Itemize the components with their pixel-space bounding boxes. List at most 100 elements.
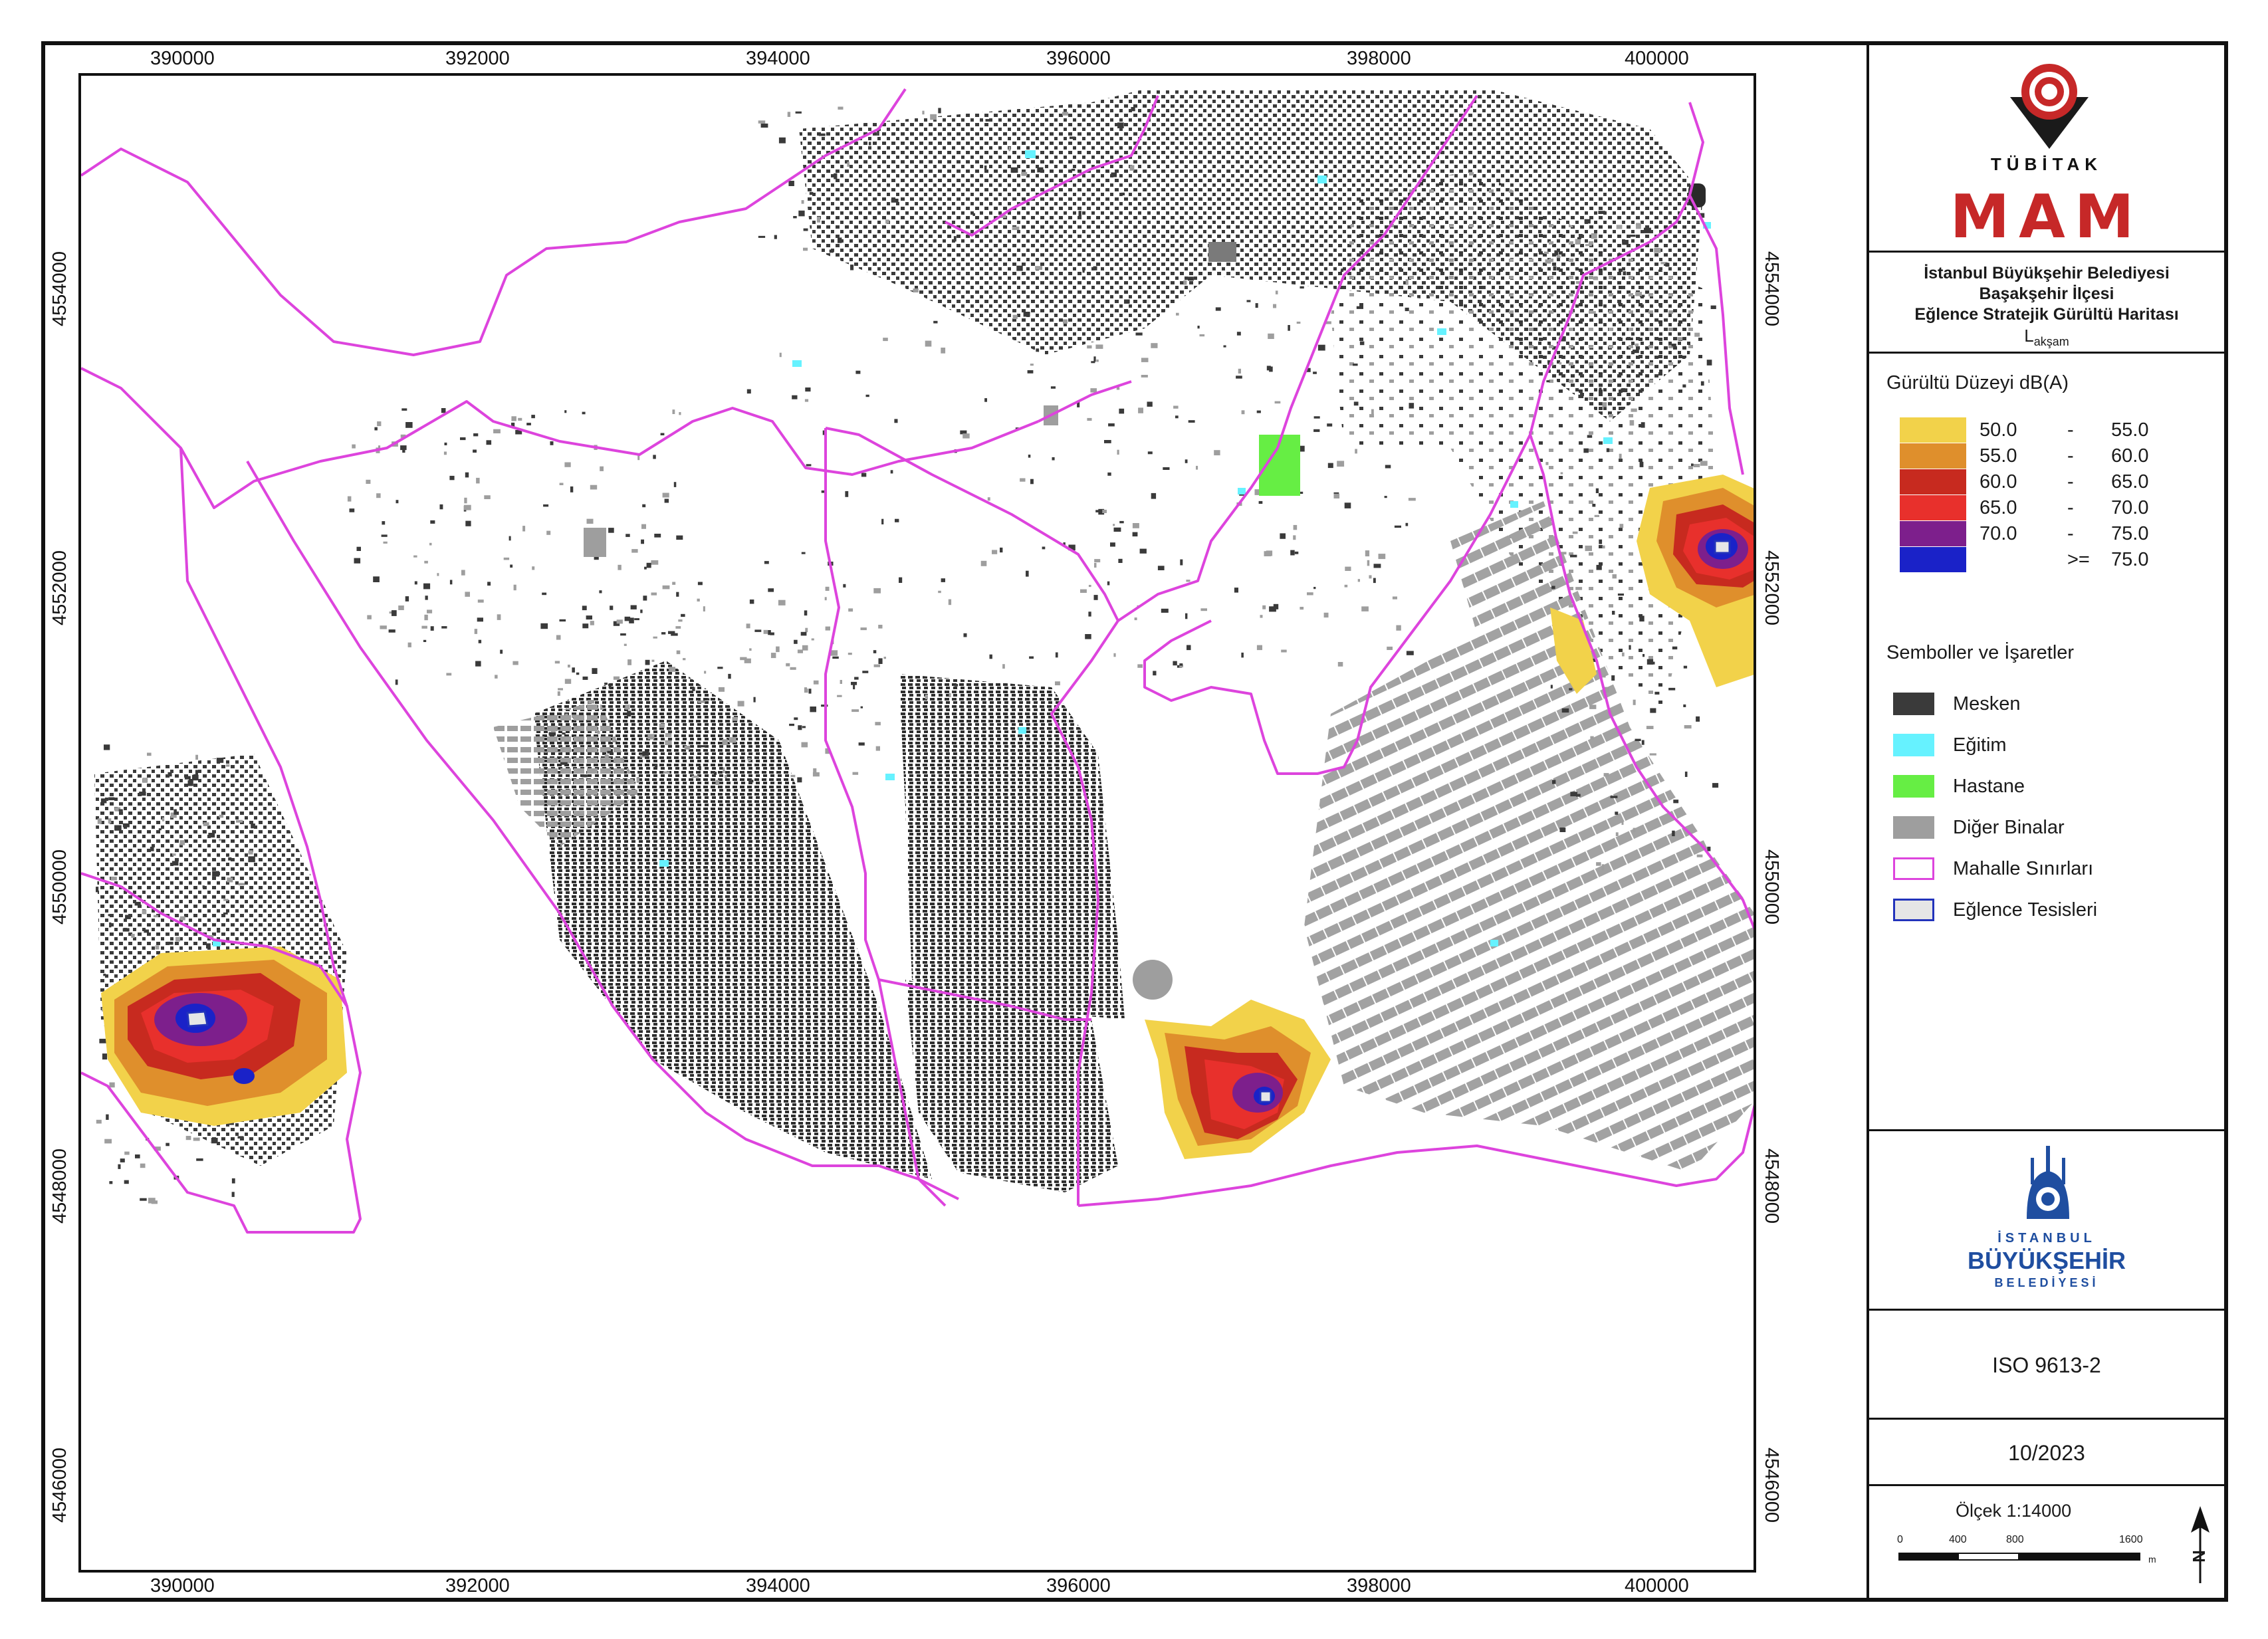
building bbox=[1408, 498, 1416, 501]
building bbox=[713, 772, 717, 775]
building bbox=[698, 700, 705, 703]
tubitak-logo bbox=[2010, 64, 2089, 149]
building bbox=[1353, 364, 1358, 366]
symbol-legend-swatch bbox=[1893, 857, 1934, 880]
building bbox=[1185, 459, 1188, 463]
building bbox=[1635, 292, 1643, 296]
map-panel: 390000 392000 394000 396000 398000 40000… bbox=[45, 45, 1867, 1598]
building bbox=[99, 1038, 106, 1043]
building bbox=[1096, 359, 1099, 362]
building bbox=[162, 817, 165, 821]
building bbox=[1236, 332, 1241, 336]
symbol-legend-row: Diğer Binalar bbox=[1893, 816, 2199, 840]
building bbox=[1696, 716, 1700, 722]
building bbox=[1102, 509, 1107, 513]
building bbox=[217, 928, 221, 933]
building bbox=[495, 675, 498, 679]
building bbox=[175, 936, 180, 942]
building bbox=[114, 825, 122, 831]
building bbox=[618, 564, 622, 570]
building bbox=[1369, 575, 1372, 579]
building bbox=[1378, 554, 1386, 560]
building bbox=[1266, 550, 1273, 556]
building bbox=[1639, 461, 1644, 467]
building bbox=[1070, 136, 1076, 140]
building bbox=[1394, 525, 1401, 528]
building bbox=[790, 667, 796, 670]
building bbox=[1635, 343, 1639, 347]
building bbox=[1570, 554, 1577, 558]
building bbox=[1706, 360, 1712, 366]
building bbox=[691, 775, 699, 778]
building bbox=[600, 466, 604, 471]
building bbox=[1700, 461, 1708, 466]
building bbox=[1008, 146, 1011, 152]
building bbox=[1028, 455, 1031, 458]
building bbox=[1163, 467, 1170, 470]
building bbox=[219, 814, 224, 818]
noise-legend-hi: 75.0 bbox=[2111, 549, 2149, 570]
building bbox=[1129, 165, 1135, 171]
building bbox=[407, 642, 411, 647]
noise-legend-sep: - bbox=[2067, 471, 2074, 492]
building bbox=[1108, 423, 1115, 427]
building bbox=[763, 629, 768, 634]
building bbox=[104, 1139, 112, 1144]
building bbox=[672, 409, 675, 414]
building bbox=[429, 542, 432, 546]
building bbox=[850, 265, 854, 271]
x-tick-top: 398000 bbox=[1347, 48, 1411, 69]
building bbox=[1406, 651, 1414, 655]
building bbox=[568, 778, 570, 781]
building bbox=[503, 557, 510, 560]
y-tick-left: 4550000 bbox=[49, 849, 70, 925]
y-tick-right: 4550000 bbox=[1760, 849, 1782, 925]
symbol-legend-row: Eğlence Tesisleri bbox=[1893, 899, 2199, 923]
building bbox=[1035, 266, 1042, 271]
building bbox=[554, 661, 560, 664]
building bbox=[376, 493, 381, 498]
building bbox=[124, 1151, 130, 1155]
building bbox=[1020, 478, 1026, 482]
building bbox=[1121, 192, 1125, 195]
building bbox=[251, 823, 255, 829]
building bbox=[1611, 675, 1615, 681]
building bbox=[1021, 171, 1028, 176]
building bbox=[540, 623, 548, 629]
building bbox=[1556, 255, 1561, 259]
building bbox=[654, 534, 661, 538]
building bbox=[1139, 548, 1147, 554]
building bbox=[630, 605, 637, 609]
scale-tick-1600: 1600 bbox=[2119, 1534, 2143, 1545]
building bbox=[834, 173, 838, 179]
building bbox=[676, 650, 681, 655]
building bbox=[582, 774, 588, 778]
building bbox=[108, 914, 114, 917]
building bbox=[661, 632, 666, 635]
building bbox=[1307, 592, 1313, 596]
noise-legend-sep: - bbox=[2067, 523, 2074, 544]
building bbox=[963, 633, 967, 637]
building bbox=[1063, 319, 1068, 324]
building bbox=[377, 421, 382, 427]
building bbox=[1095, 344, 1103, 349]
building bbox=[1107, 472, 1111, 476]
building bbox=[1268, 333, 1274, 339]
building bbox=[546, 530, 551, 535]
building bbox=[1373, 578, 1376, 584]
building bbox=[1693, 464, 1700, 467]
building bbox=[424, 560, 428, 564]
building bbox=[642, 504, 646, 508]
building bbox=[676, 535, 683, 540]
building bbox=[154, 915, 159, 918]
building bbox=[1594, 514, 1599, 517]
building bbox=[526, 423, 531, 425]
building bbox=[383, 541, 388, 544]
building bbox=[1665, 263, 1670, 267]
map-canvas bbox=[81, 88, 1754, 1234]
indicator-symbol: L bbox=[2024, 326, 2034, 346]
noise-legend-row: >= 75.0 bbox=[1900, 547, 2179, 572]
building bbox=[790, 774, 796, 778]
building bbox=[660, 433, 665, 435]
building bbox=[1367, 560, 1370, 566]
